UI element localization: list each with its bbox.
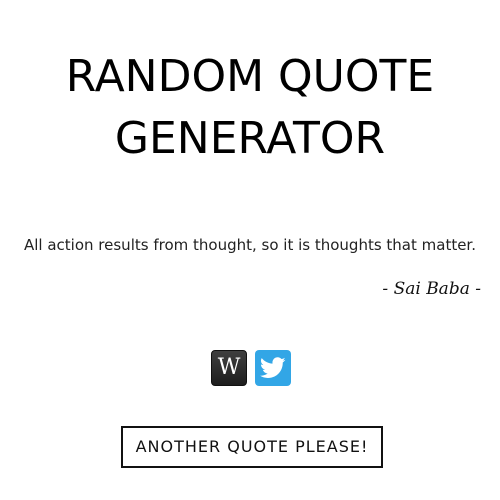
wikipedia-icon: W xyxy=(217,355,241,380)
page-title-line-2: GENERATOR xyxy=(114,113,386,164)
twitter-bird-icon xyxy=(260,357,286,378)
quote-text: All action results from thought, so it i… xyxy=(24,236,476,254)
quote-author: - Sai Baba - xyxy=(382,279,481,299)
share-buttons: W xyxy=(211,350,291,386)
page-title-line-1: RANDOM QUOTE xyxy=(65,51,435,102)
another-quote-button[interactable]: ANOTHER QUOTE PLEASE! xyxy=(121,426,383,468)
page-title: RANDOM QUOTE GENERATOR xyxy=(0,46,500,170)
twitter-button[interactable] xyxy=(255,350,291,386)
wikipedia-button[interactable]: W xyxy=(211,350,247,386)
